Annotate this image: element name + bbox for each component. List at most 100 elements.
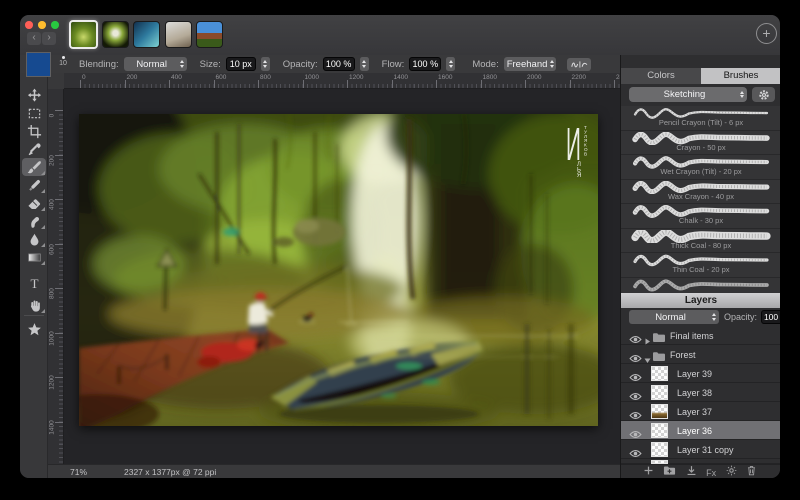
ruler-label: 1000: [305, 74, 319, 81]
ruler-tick: [55, 155, 63, 156]
back-button[interactable]: ‹: [27, 32, 41, 45]
ruler-tick: [214, 80, 215, 88]
ruler-tick: [525, 80, 526, 88]
brush-item[interactable]: Pencil Crayon (Tilt) - 6 px: [621, 106, 780, 131]
ruler-tick: [55, 110, 63, 111]
brush-item[interactable]: Wax Crayon - 40 px: [621, 180, 780, 205]
smudge-tool[interactable]: [22, 212, 46, 230]
brush-item[interactable]: Chalk - 30 px: [621, 204, 780, 229]
tab-brushes[interactable]: Brushes: [701, 68, 780, 84]
layer-thumbnail[interactable]: [651, 423, 668, 438]
layer-row-layer-39[interactable]: Layer 39: [621, 364, 780, 383]
ruler-label: 0: [49, 108, 56, 124]
layer-thumbnail[interactable]: [651, 442, 668, 457]
brush-item[interactable]: Thin Coal - 20 px: [621, 253, 780, 278]
forward-button[interactable]: ›: [42, 32, 56, 45]
flow-stepper[interactable]: [446, 57, 455, 71]
layer-name: Layer 39: [677, 369, 712, 379]
water-drop-tool[interactable]: [22, 230, 46, 248]
ruler-tick: [392, 80, 393, 88]
flow-label: Flow:: [382, 59, 405, 70]
brush-tool[interactable]: [22, 158, 46, 176]
blending-dropdown[interactable]: Normal: [124, 57, 187, 71]
ruler-tick: [55, 288, 63, 289]
text-tool[interactable]: T: [22, 274, 46, 292]
layer-row-forest[interactable]: Forest: [621, 345, 780, 364]
minimize-window-button[interactable]: [38, 21, 46, 29]
document-tab-blue-cave[interactable]: [133, 21, 160, 48]
eyedropper-tool[interactable]: [22, 140, 46, 158]
tab-colors[interactable]: Colors: [621, 68, 701, 84]
delete-layer-button[interactable]: [746, 463, 757, 479]
ruler-label: 2000: [527, 74, 541, 81]
document-tab-cat[interactable]: [165, 21, 192, 48]
ruler-label: 800: [49, 286, 56, 302]
zoom-window-button[interactable]: [51, 21, 59, 29]
eyedropper-tool-icon: [27, 142, 42, 157]
ruler-tick: [125, 80, 126, 88]
opacity-stepper[interactable]: [360, 57, 369, 71]
size-stepper[interactable]: [261, 57, 270, 71]
mode-label: Mode:: [472, 59, 498, 70]
add-layer-button[interactable]: [643, 463, 654, 479]
move-tool[interactable]: [22, 86, 46, 104]
layer-name: Layer 38: [677, 388, 712, 398]
document-tab-forest-painting[interactable]: [69, 20, 98, 49]
marquee-select-tool[interactable]: [22, 104, 46, 122]
layer-row-layer-38[interactable]: Layer 38: [621, 383, 780, 402]
ruler-label: 600: [216, 74, 227, 81]
size-label: Size:: [200, 59, 221, 70]
layers-footer-toolbar: Fx: [621, 464, 780, 478]
canvas-area[interactable]: И ТУЛЯКОВ ЛЬЯ: [64, 89, 620, 464]
size-input[interactable]: 10 px: [226, 57, 256, 71]
brush-set-dropdown[interactable]: Sketching: [629, 87, 747, 102]
opacity-input[interactable]: 100 %: [323, 57, 355, 71]
layer-name: Layer 36: [677, 426, 712, 436]
layer-thumbnail[interactable]: [651, 385, 668, 400]
new-group-button[interactable]: [663, 463, 676, 479]
layer-row-layer-36[interactable]: Layer 36: [621, 421, 780, 440]
layer-effects-button[interactable]: Fx: [706, 463, 716, 479]
document-tab-landscape[interactable]: [196, 21, 223, 48]
crop-tool[interactable]: [22, 122, 46, 140]
right-panel: Colors Brushes Sketching Pencil Crayon (…: [620, 55, 780, 478]
star-shape-tool[interactable]: [22, 320, 46, 338]
hand-tool[interactable]: [22, 296, 46, 314]
layer-opacity-label: Opacity:: [724, 312, 757, 322]
vertical-ruler: 02004006008001000120014001600: [48, 89, 64, 464]
gradient-tool[interactable]: [22, 248, 46, 266]
title-bar: ‹ › +: [20, 15, 780, 56]
brush-item[interactable]: Wet Crayon (Tilt) - 20 px: [621, 155, 780, 180]
close-window-button[interactable]: [25, 21, 33, 29]
brush-item-partial[interactable]: [621, 278, 780, 294]
brush-item[interactable]: Crayon - 50 px: [621, 131, 780, 156]
document-tab-orchid-flower[interactable]: [102, 21, 129, 48]
marker-tool[interactable]: [22, 176, 46, 194]
adjustments-button[interactable]: [726, 463, 737, 479]
layer-thumbnail[interactable]: [651, 366, 668, 381]
brush-item-label: Chalk - 30 px: [621, 216, 780, 225]
layer-thumbnail[interactable]: [651, 404, 668, 419]
tool-options-bar: Blending: Normal Size: 10 px Opacity: 10…: [20, 55, 620, 73]
gradient-tool-icon: [27, 250, 42, 265]
layer-blend-mode-dropdown[interactable]: Normal: [629, 310, 719, 324]
brush-settings-button[interactable]: [752, 87, 775, 102]
blending-label: Blending:: [79, 59, 119, 70]
layer-row-layer-37[interactable]: Layer 37: [621, 402, 780, 421]
mode-value: Freehand: [504, 59, 551, 70]
stroke-stabilizer-button[interactable]: [567, 58, 591, 71]
brush-item-label: Thick Coal - 80 px: [621, 241, 780, 250]
brush-size-preview: 10: [54, 55, 72, 72]
eraser-tool[interactable]: [22, 194, 46, 212]
import-layer-button[interactable]: [686, 463, 697, 479]
layer-opacity-input[interactable]: 100 %: [761, 310, 780, 324]
layer-row-layer-31-copy[interactable]: Layer 31 copy: [621, 440, 780, 459]
brush-item[interactable]: Thick Coal - 80 px: [621, 229, 780, 254]
flow-input[interactable]: 100 %: [409, 57, 441, 71]
stroke-mode-dropdown[interactable]: Freehand: [504, 57, 556, 71]
add-document-button[interactable]: +: [756, 23, 777, 44]
artwork-canvas[interactable]: И ТУЛЯКОВ ЛЬЯ: [79, 114, 598, 426]
layer-effects-icon: Fx: [706, 468, 716, 478]
foreground-color-swatch[interactable]: [26, 52, 51, 77]
layer-row-final-items[interactable]: Final items: [621, 326, 780, 345]
